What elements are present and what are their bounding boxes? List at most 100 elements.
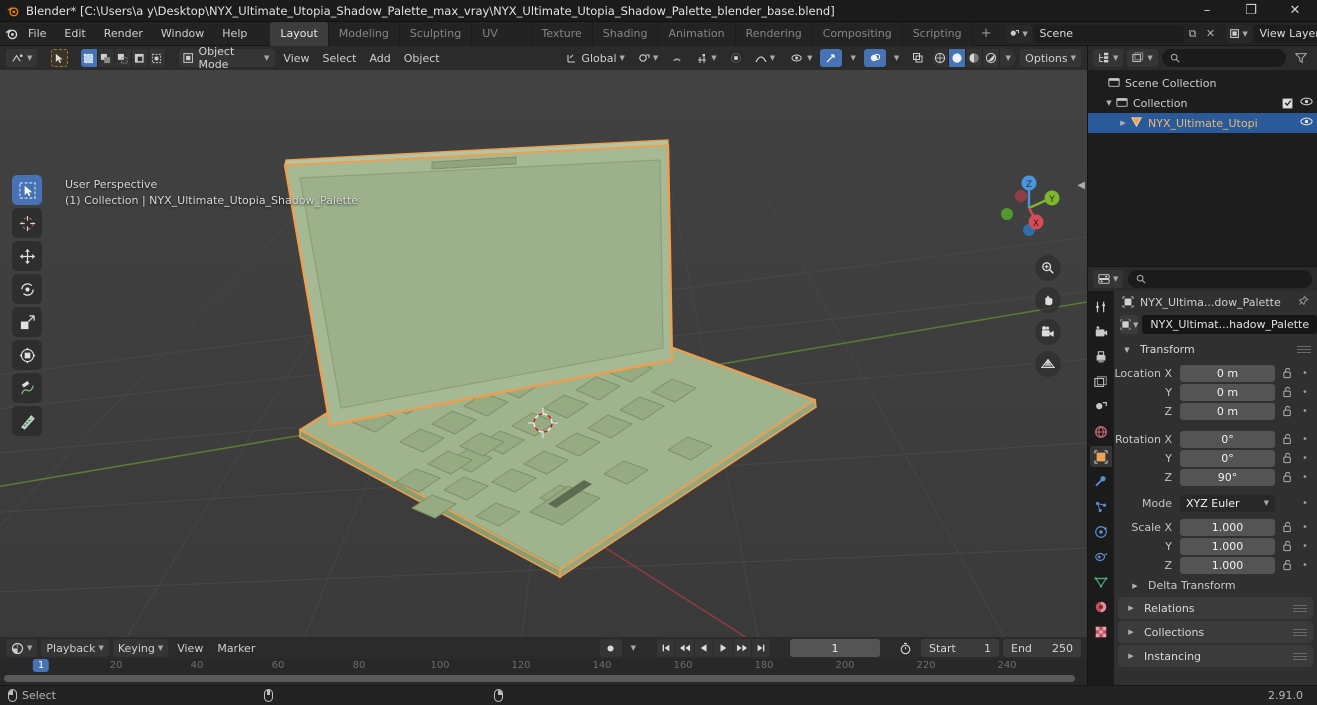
scale-y-field[interactable]: 1.000 xyxy=(1180,537,1275,555)
transform-tool[interactable] xyxy=(12,340,42,370)
maximize-button[interactable]: ❐ xyxy=(1229,0,1273,22)
constraints-tab[interactable] xyxy=(1090,546,1112,567)
rotation-y-field[interactable]: 0° xyxy=(1180,449,1275,467)
camera-nav-icon[interactable] xyxy=(1035,319,1061,345)
jump-end-button[interactable] xyxy=(752,639,770,657)
snap-magnet-icon[interactable] xyxy=(666,49,689,67)
outliner-display-mode[interactable]: ▼ xyxy=(1127,49,1158,67)
animate-dot[interactable]: • xyxy=(1299,406,1311,417)
object-id-selector[interactable]: ▼ xyxy=(1120,315,1139,334)
shading-options-caret[interactable]: ▼ xyxy=(1000,49,1018,67)
render-tab[interactable] xyxy=(1090,321,1112,342)
animate-dot[interactable]: • xyxy=(1299,387,1311,398)
solid-shading[interactable] xyxy=(949,49,967,67)
outliner-row-collection[interactable]: ▼ Collection xyxy=(1088,93,1317,113)
output-tab[interactable] xyxy=(1090,346,1112,367)
object-mode-selector[interactable]: Object Mode ▼ xyxy=(178,45,276,71)
material-tab[interactable] xyxy=(1090,596,1112,617)
xray-toggle[interactable] xyxy=(907,49,930,67)
timeline-menu-view[interactable]: View xyxy=(172,639,209,657)
physics-tab[interactable] xyxy=(1090,521,1112,542)
lock-icon[interactable] xyxy=(1279,559,1295,571)
timeline-editor-icon[interactable]: ▼ xyxy=(6,639,38,657)
proportional-edit-icon[interactable] xyxy=(724,49,747,67)
blender-menu-icon[interactable] xyxy=(4,26,19,41)
grid-nav-icon[interactable] xyxy=(1035,351,1061,377)
viewport-menu-add[interactable]: Add xyxy=(364,49,396,67)
timeline-menu-marker[interactable]: Marker xyxy=(212,639,261,657)
lock-icon[interactable] xyxy=(1279,471,1295,483)
scene-tab[interactable] xyxy=(1090,396,1112,417)
overlays-toggle[interactable] xyxy=(863,49,886,67)
animate-dot[interactable]: • xyxy=(1299,498,1311,509)
scale-tool[interactable] xyxy=(12,307,42,337)
outliner-row-object[interactable]: ▶ NYX_Ultimate_Utopi xyxy=(1088,113,1317,133)
tab-shading[interactable]: Shading xyxy=(592,21,659,46)
modifier-tab[interactable] xyxy=(1090,471,1112,492)
properties-search-input[interactable] xyxy=(1128,270,1312,288)
keying-options-caret[interactable]: ▼ xyxy=(625,639,641,657)
measure-tool[interactable] xyxy=(12,406,42,436)
menu-file[interactable]: File xyxy=(19,24,55,44)
tab-uv-editing[interactable]: UV Editing xyxy=(472,21,532,64)
rotation-z-field[interactable]: 90° xyxy=(1180,468,1275,486)
new-scene-button[interactable]: ⧉ xyxy=(1184,25,1202,43)
wireframe-shading[interactable] xyxy=(932,49,950,67)
pivot-point-selector[interactable]: ▼ xyxy=(632,49,664,67)
viewport-menu-select[interactable]: Select xyxy=(317,49,362,67)
lock-icon[interactable] xyxy=(1279,540,1295,552)
animate-dot[interactable]: • xyxy=(1299,453,1311,464)
gizmo-options-caret[interactable]: ▼ xyxy=(845,49,861,67)
start-frame-field[interactable]: Start 1 xyxy=(921,639,999,657)
lock-icon[interactable] xyxy=(1279,452,1295,464)
outliner-editor-type-icon[interactable]: ▼ xyxy=(1093,49,1124,67)
chevron-down-icon[interactable]: ▼ xyxy=(1102,99,1116,107)
eye-icon[interactable] xyxy=(1300,96,1313,110)
select-intersect-mode[interactable] xyxy=(148,49,166,67)
outliner-search-input[interactable] xyxy=(1161,49,1286,67)
location-z-field[interactable]: 0 m xyxy=(1180,402,1275,420)
timeline-menu-keying[interactable]: Keying ▼ xyxy=(112,639,169,657)
scale-z-field[interactable]: 1.000 xyxy=(1180,556,1275,574)
select-box-tool[interactable] xyxy=(12,175,42,205)
select-invert-mode[interactable] xyxy=(131,49,149,67)
tab-scripting[interactable]: Scripting xyxy=(902,21,973,46)
play-reverse-button[interactable] xyxy=(695,639,713,657)
falloff-selector[interactable]: ▼ xyxy=(749,49,781,67)
lock-icon[interactable] xyxy=(1279,386,1295,398)
scene-icon[interactable]: ▼ xyxy=(1005,24,1032,43)
filter-icon[interactable] xyxy=(1290,49,1312,67)
location-x-field[interactable]: 0 m xyxy=(1180,364,1275,382)
rendered-shading[interactable] xyxy=(983,49,1001,67)
scene-name-field[interactable]: Scene xyxy=(1033,24,1184,43)
menu-help[interactable]: Help xyxy=(213,24,256,44)
scale-x-field[interactable]: 1.000 xyxy=(1180,518,1275,536)
viewport-options-button[interactable]: Options ▼ xyxy=(1020,49,1082,67)
current-frame-field[interactable]: 1 xyxy=(790,639,880,657)
move-tool[interactable] xyxy=(12,241,42,271)
overlay-options-caret[interactable]: ▼ xyxy=(888,49,905,67)
jump-start-button[interactable] xyxy=(657,639,675,657)
play-button[interactable] xyxy=(714,639,732,657)
unlink-scene-button[interactable]: ✕ xyxy=(1202,25,1220,43)
viewport-menu-object[interactable]: Object xyxy=(398,49,445,67)
menu-edit[interactable]: Edit xyxy=(55,24,94,44)
cursor-tool[interactable] xyxy=(12,208,42,238)
pan-nav-icon[interactable] xyxy=(1035,287,1061,313)
object-name-field[interactable]: NYX_Ultimat...hadow_Palette xyxy=(1142,315,1317,334)
navigation-gizmo[interactable]: Z Y X xyxy=(989,168,1069,248)
cursor-select-toggle[interactable] xyxy=(50,49,68,67)
close-button[interactable]: ✕ xyxy=(1273,0,1317,22)
material-preview-shading[interactable] xyxy=(966,49,984,67)
auto-keying-toggle[interactable] xyxy=(599,639,622,657)
sidebar-collapse-icon[interactable]: ◀ xyxy=(1077,180,1085,191)
lock-icon[interactable] xyxy=(1279,405,1295,417)
animate-dot[interactable]: • xyxy=(1299,560,1311,571)
animate-dot[interactable]: • xyxy=(1299,472,1311,483)
menu-render[interactable]: Render xyxy=(95,24,152,44)
viewlayer-name-field[interactable]: View Layer xyxy=(1253,24,1317,43)
viewport-menu-view[interactable]: View xyxy=(278,49,315,67)
select-subtract-mode[interactable] xyxy=(114,49,132,67)
3d-viewport[interactable]: User Perspective (1) Collection | NYX_Ul… xyxy=(0,70,1087,637)
transform-panel-header[interactable]: ▼ Transform xyxy=(1114,339,1317,360)
